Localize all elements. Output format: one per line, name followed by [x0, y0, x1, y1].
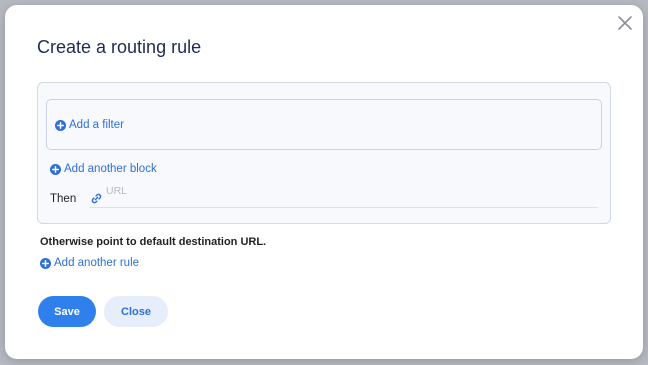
add-rule-label: Add another rule	[54, 257, 140, 269]
then-label: Then	[50, 193, 77, 205]
filter-area: Add a filter	[46, 99, 602, 150]
url-input[interactable]	[106, 185, 586, 197]
add-block-button[interactable]: Add another block	[50, 163, 157, 175]
plus-circle-icon	[40, 257, 51, 269]
dialog-title: Create a routing rule	[37, 37, 202, 57]
close-icon[interactable]	[617, 15, 633, 31]
default-destination-note: Otherwise point to default destination U…	[40, 236, 267, 248]
link-icon	[91, 193, 102, 203]
rule-block: Add a filter Add another block Then	[37, 82, 611, 224]
add-filter-label: Add a filter	[69, 119, 124, 131]
save-button[interactable]: Save	[38, 296, 96, 327]
add-rule-button[interactable]: Add another rule	[40, 257, 139, 269]
url-field[interactable]	[90, 185, 598, 208]
close-button[interactable]: Close	[104, 296, 168, 327]
add-filter-button[interactable]: Add a filter	[55, 119, 124, 131]
routing-rule-dialog: Create a routing rule Add a filter Add a…	[5, 5, 643, 359]
plus-circle-icon	[50, 163, 61, 175]
plus-circle-icon	[55, 119, 66, 131]
add-block-label: Add another block	[64, 163, 157, 175]
